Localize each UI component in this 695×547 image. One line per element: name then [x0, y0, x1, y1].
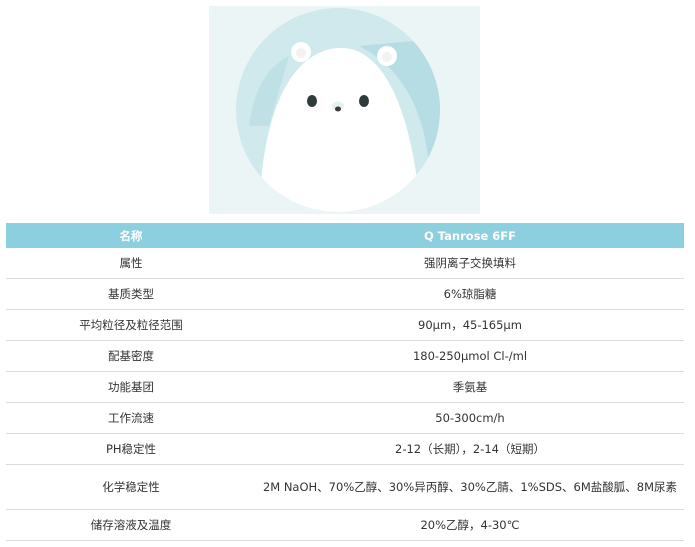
table-row: 工作流速 50-300cm/h: [6, 402, 684, 434]
row-label: 工作流速: [6, 402, 256, 434]
row-value: 强阴离子交换填料: [256, 248, 684, 279]
row-label: 平均粒径及粒径范围: [6, 309, 256, 341]
bear-nose: [335, 106, 341, 112]
table-row: 化学稳定性 2M NaOH、70%乙醇、30%异丙醇、30%乙腈、1%SDS、6…: [6, 464, 684, 510]
row-value: 90μm，45-165μm: [256, 309, 684, 341]
header-product: Q Tanrose 6FF: [256, 223, 684, 248]
row-label: 功能基团: [6, 371, 256, 403]
spec-table: 名称 Q Tanrose 6FF 属性 强阴离子交换填料 基质类型 6%琼脂糖 …: [6, 223, 684, 541]
product-page: 名称 Q Tanrose 6FF 属性 强阴离子交换填料 基质类型 6%琼脂糖 …: [0, 0, 695, 547]
table-header-row: 名称 Q Tanrose 6FF: [6, 223, 684, 248]
table-row: PH稳定性 2-12（长期），2-14（短期）: [6, 433, 684, 465]
polar-bear-illustration: [209, 6, 480, 214]
row-label: 化学稳定性: [6, 464, 256, 510]
header-name: 名称: [6, 223, 256, 248]
bear-left-eye: [307, 95, 317, 107]
row-label: 配基密度: [6, 340, 256, 372]
row-value: 2-12（长期），2-14（短期）: [256, 433, 684, 465]
row-value: 季氨基: [256, 371, 684, 403]
row-label: PH稳定性: [6, 433, 256, 465]
table-row: 配基密度 180-250μmol Cl-/ml: [6, 340, 684, 372]
table-row: 平均粒径及粒径范围 90μm，45-165μm: [6, 309, 684, 341]
product-image: [209, 6, 480, 214]
row-value: 180-250μmol Cl-/ml: [256, 340, 684, 372]
row-value: 20%乙醇，4-30℃: [256, 509, 684, 541]
row-label: 储存溶液及温度: [6, 509, 256, 541]
row-value: 2M NaOH、70%乙醇、30%异丙醇、30%乙腈、1%SDS、6M盐酸胍、8…: [256, 464, 684, 510]
row-label: 基质类型: [6, 278, 256, 310]
row-value: 6%琼脂糖: [256, 278, 684, 310]
table-row: 储存溶液及温度 20%乙醇，4-30℃: [6, 509, 684, 541]
table-row: 基质类型 6%琼脂糖: [6, 278, 684, 310]
row-value: 50-300cm/h: [256, 402, 684, 434]
row-label: 属性: [6, 248, 256, 279]
table-row: 属性 强阴离子交换填料: [6, 248, 684, 279]
table-row: 功能基团 季氨基: [6, 371, 684, 403]
bear-right-eye: [359, 95, 369, 107]
